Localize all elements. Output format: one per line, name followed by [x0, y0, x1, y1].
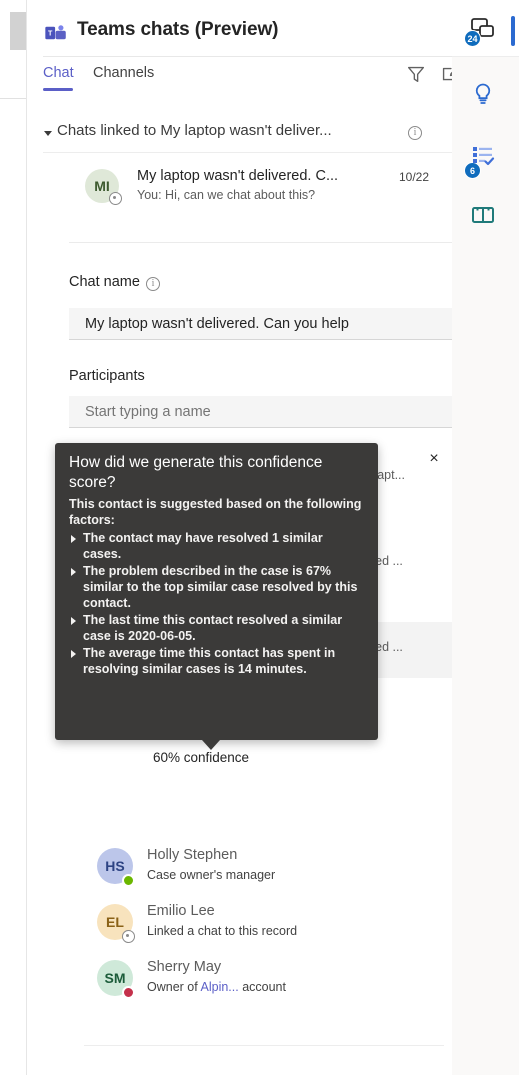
tooltip-intro: This contact is suggested based on the f… [69, 497, 362, 527]
left-gutter [0, 0, 27, 1075]
chat-item-title: My laptop wasn't delivered. C... [137, 168, 339, 184]
tooltip-bullet: The contact may have resolved 1 similar … [69, 530, 364, 562]
lightbulb-icon [475, 83, 491, 104]
svg-text:T: T [48, 30, 53, 38]
tooltip-bullet: The average time this contact has spent … [69, 645, 364, 677]
filter-icon[interactable] [405, 63, 427, 85]
chat-name-input[interactable] [69, 308, 452, 340]
list-item[interactable]: SM Sherry May Owner of Alpin... account [27, 956, 452, 1008]
tooltip-pointer [202, 740, 220, 750]
person-name: Emilio Lee [147, 903, 215, 919]
badge-count: 24 [464, 30, 481, 47]
tabs-divider [43, 152, 452, 153]
gutter-placeholder-block [10, 12, 27, 50]
teams-chats-panel: T Teams chats (Preview) Chat Channels Ch… [27, 0, 472, 1075]
person-subtitle-suffix: account [238, 980, 286, 994]
panel-header: T Teams chats (Preview) [27, 0, 452, 57]
list-item[interactable]: EL Emilio Lee Linked a chat to this reco… [27, 900, 452, 952]
chat-name-label: Chat name [69, 274, 140, 290]
rail-item-insights[interactable]: 6 [452, 68, 519, 179]
book-icon [472, 207, 494, 223]
person-subtitle-prefix: Owner of [147, 980, 201, 994]
tooltip-title: How did we generate this confidence scor… [69, 454, 323, 491]
person-name: Sherry May [147, 959, 222, 975]
linked-chats-label: Chats linked to My laptop wasn't deliver… [57, 122, 332, 139]
tab-chat[interactable]: Chat [43, 65, 74, 81]
close-icon[interactable]: × [425, 450, 443, 468]
linked-chats-header[interactable]: Chats linked to My laptop wasn't deliver… [27, 122, 452, 144]
card-bottom-edge [84, 1045, 444, 1075]
tooltip-bullet-list: The contact may have resolved 1 similar … [69, 530, 364, 677]
confidence-score-tooltip: How did we generate this confidence scor… [55, 443, 378, 740]
related-record-header[interactable]: Related to this record [27, 810, 452, 832]
presence-away-icon [122, 930, 135, 943]
chevron-down-icon [44, 131, 52, 136]
person-subtitle: Linked a chat to this record [147, 924, 298, 938]
account-link[interactable]: Alpin... [201, 980, 239, 994]
participants-input[interactable] [69, 396, 452, 428]
list-divider [69, 242, 452, 243]
chat-item-date: 10/22 [399, 170, 430, 184]
rail-item-knowledge[interactable] [452, 188, 519, 246]
person-name: Holly Stephen [147, 847, 238, 863]
person-subtitle: Case owner's manager [147, 868, 276, 882]
rail-active-indicator [511, 16, 515, 46]
tooltip-bullet: The last time this contact resolved a si… [69, 612, 364, 644]
chat-item-preview: You: Hi, can we chat about this? [137, 188, 316, 202]
list-item[interactable]: MI My laptop wasn't delivered. C... 10/2… [27, 166, 452, 216]
right-rail: 24 6 [452, 0, 519, 1075]
list-item[interactable]: HS Holly Stephen Case owner's manager [27, 844, 452, 896]
page-title: Teams chats (Preview) [77, 19, 279, 40]
presence-available-icon [122, 874, 135, 887]
chat-name-info-icon[interactable]: i [146, 277, 160, 291]
tab-bar: Chat Channels [27, 57, 459, 153]
rail-item-tasks[interactable] [452, 128, 519, 186]
person-subtitle: Owner of Alpin... account [147, 980, 286, 994]
presence-away-icon [109, 192, 122, 205]
tab-channels[interactable]: Channels [93, 65, 154, 81]
app-root: T Teams chats (Preview) Chat Channels Ch… [0, 0, 519, 1075]
info-icon[interactable]: i [408, 126, 422, 140]
presence-busy-icon [122, 986, 135, 999]
task-list-icon [473, 147, 495, 166]
gutter-divider [0, 98, 27, 99]
teams-logo-icon: T [45, 25, 66, 40]
tooltip-bullet: The problem described in the case is 67%… [69, 563, 364, 611]
tab-active-indicator [43, 88, 73, 91]
rail-item-chats[interactable]: 24 [452, 2, 519, 60]
participants-label: Participants [69, 368, 145, 384]
